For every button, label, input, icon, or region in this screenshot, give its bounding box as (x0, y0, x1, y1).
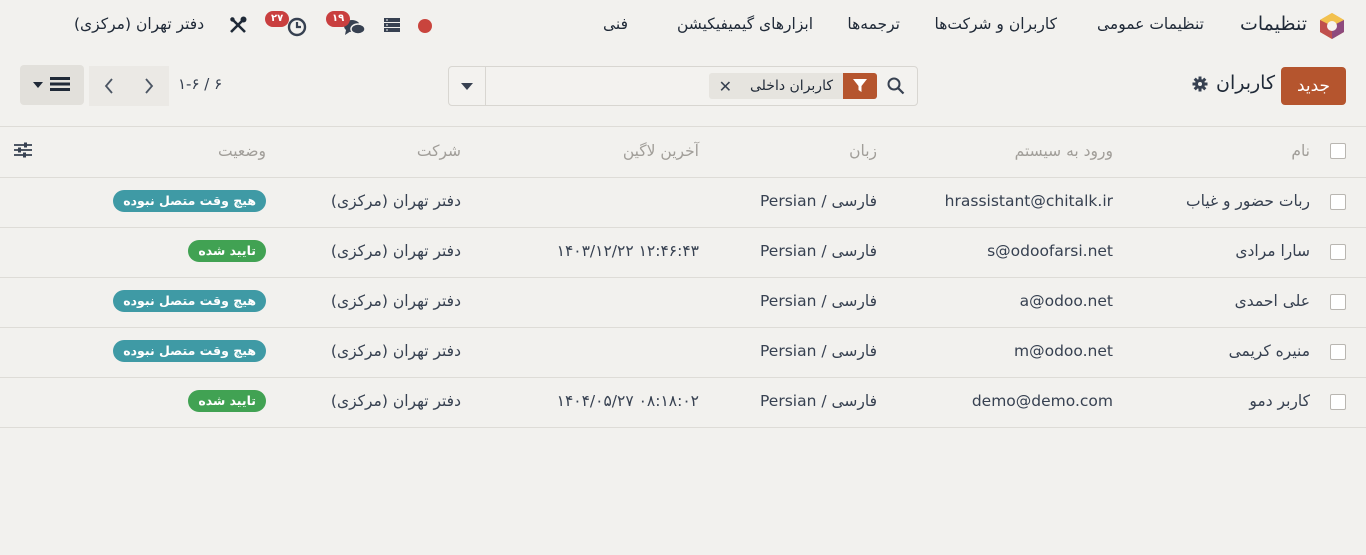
cell-company: دفتر تهران (مرکزی) (330, 242, 461, 260)
chevron-right-icon (145, 78, 154, 94)
cell-company: دفتر تهران (مرکزی) (330, 292, 461, 310)
header-company[interactable]: شرکت (417, 142, 461, 160)
cell-name: علی احمدی (1234, 292, 1310, 310)
chat-count-badge: ۱۹ (326, 11, 351, 27)
breadcrumb-title: کاربران (1215, 72, 1275, 94)
table-row[interactable]: علی احمدی a@odoo.net Persian / فارسی دفت… (0, 278, 1366, 328)
facet-label: کاربران داخلی (749, 78, 833, 94)
menu-translations[interactable]: ترجمه‌ها (847, 15, 900, 33)
optional-columns-icon[interactable] (14, 141, 32, 159)
table-header-row: نام ورود به سیستم زبان آخرین لاگین شرکت … (0, 126, 1366, 178)
header-name[interactable]: نام (1291, 142, 1310, 160)
filter-facet: کاربران داخلی ✕ (708, 73, 877, 99)
odoo-logo-icon[interactable] (1318, 12, 1346, 40)
menu-users-companies[interactable]: کاربران و شرکت‌ها (934, 15, 1057, 33)
menu-gamification-tools[interactable]: ابزارهای گیمیفیکیشن (677, 15, 813, 33)
status-badge: هیچ وقت متصل نبوده (113, 190, 266, 212)
gear-icon[interactable] (1192, 76, 1208, 92)
status-badge: تایید شده (188, 390, 266, 412)
cell-login: demo@demo.com (971, 392, 1113, 410)
filter-icon (843, 73, 877, 99)
status-badge: هیچ وقت متصل نبوده (113, 340, 266, 362)
cell-login: m@odoo.net (1014, 342, 1113, 360)
cell-login: hrassistant@chitalk.ir (944, 192, 1113, 210)
new-button[interactable]: جدید (1281, 67, 1346, 105)
app-title[interactable]: تنظیمات (1240, 13, 1307, 35)
cell-lang: Persian / فارسی (759, 392, 877, 410)
debug-record-icon[interactable] (418, 19, 432, 33)
table-row[interactable]: کاربر دمو demo@demo.com Persian / فارسی … (0, 378, 1366, 428)
top-navbar: تنظیمات تنظیمات عمومی کاربران و شرکت‌ها … (0, 0, 1366, 52)
table-row[interactable]: منیره کریمی m@odoo.net Persian / فارسی د… (0, 328, 1366, 378)
menu-technical[interactable]: فنی (603, 15, 628, 33)
company-switcher[interactable]: دفتر تهران (مرکزی) (74, 15, 204, 33)
cell-company: دفتر تهران (مرکزی) (330, 342, 461, 360)
cell-name: سارا مرادی (1235, 242, 1310, 260)
header-last-login[interactable]: آخرین لاگین (623, 142, 699, 160)
cell-login: s@odoofarsi.net (987, 242, 1113, 260)
cell-lang: Persian / فارسی (759, 342, 877, 360)
table-row[interactable]: سارا مرادی s@odoofarsi.net Persian / فار… (0, 228, 1366, 278)
tools-icon[interactable] (228, 15, 248, 35)
caret-down-icon (33, 82, 43, 88)
search-bar: کاربران داخلی ✕ (448, 66, 918, 107)
header-login[interactable]: ورود به سیستم (1015, 142, 1113, 160)
cell-lang: Persian / فارسی (759, 292, 877, 310)
menu-general-settings[interactable]: تنظیمات عمومی (1097, 15, 1204, 33)
status-badge: تایید شده (188, 240, 266, 262)
view-switcher-button[interactable] (20, 65, 84, 105)
pager-next-button[interactable] (89, 66, 129, 106)
cell-last-login: ۱۴۰۳/۱۲/۲۲ ۱۲:۴۶:۴۳ (556, 242, 699, 260)
cell-name: ربات حضور و غیاب (1186, 192, 1310, 210)
cell-last-login: ۱۴۰۴/۰۵/۲۷ ۰۸:۱۸:۰۲ (556, 392, 699, 410)
pager-value[interactable]: ۱-۶ / ۶ (178, 75, 222, 93)
row-checkbox[interactable] (1330, 344, 1346, 360)
cell-company: دفتر تهران (مرکزی) (330, 392, 461, 410)
chevron-left-icon (104, 78, 113, 94)
cell-lang: Persian / فارسی (759, 192, 877, 210)
cell-company: دفتر تهران (مرکزی) (330, 192, 461, 210)
activity-count-badge: ۲۷ (265, 11, 290, 27)
row-checkbox[interactable] (1330, 194, 1346, 210)
cell-lang: Persian / فارسی (759, 242, 877, 260)
search-icon[interactable] (887, 77, 905, 95)
caret-down-icon (461, 83, 473, 90)
row-checkbox[interactable] (1330, 294, 1346, 310)
select-all-checkbox[interactable] (1330, 143, 1346, 159)
table-row[interactable]: ربات حضور و غیاب hrassistant@chitalk.ir … (0, 178, 1366, 228)
users-list-table: نام ورود به سیستم زبان آخرین لاگین شرکت … (0, 126, 1366, 428)
row-checkbox[interactable] (1330, 244, 1346, 260)
header-lang[interactable]: زبان (849, 142, 877, 160)
list-view-icon (50, 77, 70, 91)
cell-name: کاربر دمو (1249, 392, 1310, 410)
cell-name: منیره کریمی (1228, 342, 1310, 360)
status-badge: هیچ وقت متصل نبوده (113, 290, 266, 312)
header-status[interactable]: وضعیت (218, 142, 266, 160)
search-options-toggle[interactable] (449, 67, 486, 105)
cell-login: a@odoo.net (1019, 292, 1113, 310)
database-icon[interactable] (383, 16, 401, 34)
pager-previous-button[interactable] (129, 66, 169, 106)
activity-clock-icon[interactable] (287, 17, 307, 37)
row-checkbox[interactable] (1330, 394, 1346, 410)
remove-facet-icon[interactable]: ✕ (709, 77, 742, 96)
